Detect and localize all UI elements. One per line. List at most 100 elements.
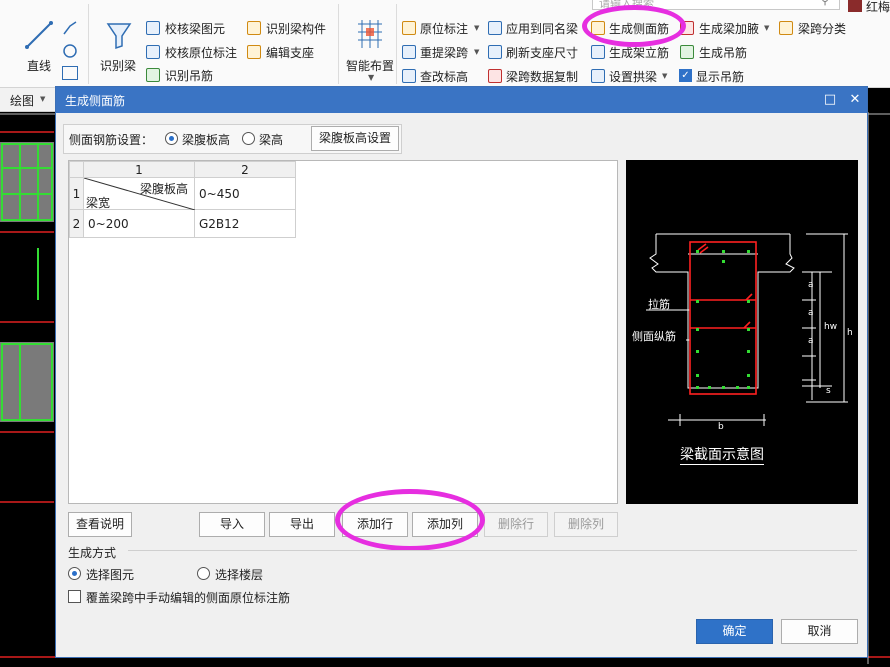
identify-member-icon <box>247 21 261 35</box>
dim-b-label: b <box>718 422 724 432</box>
original-mark-button[interactable]: 原位标注 <box>420 20 468 37</box>
web-height-label[interactable]: 梁腹板高 <box>182 131 230 148</box>
identify-hanger-button[interactable]: 识别吊筋 <box>165 67 213 84</box>
ok-button[interactable]: 确定 <box>696 619 773 644</box>
import-button[interactable]: 导入 <box>199 512 265 537</box>
show-hanger-checkbox[interactable]: ✓ <box>679 69 692 82</box>
check-beam-button[interactable]: 校核梁图元 <box>165 20 225 37</box>
check-original-icon <box>146 45 160 59</box>
web-height-settings-button[interactable]: 梁腹板高设置 <box>311 126 399 151</box>
recognize-beam-icon[interactable] <box>106 22 132 50</box>
ribbon-toolbar: 请输入搜索 ⚲ 红梅 直线 识别梁 校核梁图元 识别梁构件 校核原位标注 编辑支… <box>0 0 890 88</box>
hanger-rebar-icon <box>680 45 694 59</box>
re-extract-span-icon <box>402 45 416 59</box>
set-arch-beam-button[interactable]: 设置拱梁 <box>609 68 657 85</box>
header-cell-top: 梁腹板高 <box>139 182 188 196</box>
cancel-button[interactable]: 取消 <box>781 619 858 644</box>
apply-same-name-button[interactable]: 应用到同名梁 <box>506 20 578 37</box>
override-checkbox[interactable] <box>68 590 81 603</box>
avatar[interactable] <box>848 0 862 12</box>
header-cell-bottom: 梁宽 <box>86 196 111 210</box>
beam-height-label[interactable]: 梁高 <box>259 131 283 148</box>
view-help-button[interactable]: 查看说明 <box>68 512 132 537</box>
refresh-support-icon <box>488 45 502 59</box>
user-name[interactable]: 红梅 <box>866 0 890 15</box>
line-tool-label[interactable]: 直线 <box>27 57 51 74</box>
dim-a-label: a <box>808 308 814 318</box>
elevation-icon <box>402 69 416 83</box>
check-beam-icon <box>146 21 160 35</box>
edit-support-icon <box>247 45 261 59</box>
chevron-down-icon[interactable]: ▼ <box>474 48 479 56</box>
search-icon[interactable]: ⚲ <box>821 0 829 7</box>
side-rebar-label: 侧面纵筋 <box>632 330 676 343</box>
draw-group-bar: 绘图 ▼ <box>0 88 56 112</box>
check-original-button[interactable]: 校核原位标注 <box>165 44 237 61</box>
line-tool-icon[interactable] <box>24 20 54 50</box>
export-button[interactable]: 导出 <box>269 512 335 537</box>
identify-hanger-icon <box>146 68 160 82</box>
circle-tool-icon[interactable] <box>62 43 78 59</box>
override-label[interactable]: 覆盖梁跨中手动编辑的侧面原位标注筋 <box>86 589 290 606</box>
smart-layout-button[interactable]: 智能布置 <box>346 57 394 74</box>
select-floor-label[interactable]: 选择楼层 <box>215 566 263 583</box>
diagonal-header-cell[interactable]: 梁腹板高 梁宽 <box>83 177 195 210</box>
polyline-icon[interactable] <box>62 20 78 36</box>
corner-cell <box>69 161 84 178</box>
generate-hanger-button[interactable]: 生成吊筋 <box>699 44 747 61</box>
refresh-support-button[interactable]: 刷新支座尺寸 <box>506 44 578 61</box>
delete-row-button[interactable]: 删除行 <box>484 512 548 537</box>
web-height-radio[interactable] <box>165 132 178 145</box>
select-element-radio[interactable] <box>68 567 81 580</box>
delete-column-button[interactable]: 删除列 <box>554 512 618 537</box>
dim-h-label: h <box>847 328 853 338</box>
draw-group-label[interactable]: 绘图 <box>10 92 34 109</box>
show-hanger-label[interactable]: 显示吊筋 <box>696 68 744 85</box>
span-classify-icon <box>779 21 793 35</box>
dim-s-label: s <box>826 386 831 396</box>
apply-same-name-icon <box>488 21 502 35</box>
chevron-down-icon[interactable]: ▼ <box>662 72 667 80</box>
dialog-titlebar[interactable]: 生成侧面筋 □ ✕ <box>56 87 867 113</box>
table-cell[interactable]: 0~200 <box>83 209 195 238</box>
select-element-label[interactable]: 选择图元 <box>86 566 134 583</box>
rebar-grid[interactable]: 1 2 1 梁腹板高 梁宽 0~450 2 0~200 G2B12 <box>69 161 296 238</box>
chevron-down-icon[interactable]: ▼ <box>368 73 374 82</box>
rect-tool-icon[interactable] <box>62 66 78 80</box>
diagram-caption: 梁截面示意图 <box>680 444 764 465</box>
chevron-down-icon[interactable]: ▼ <box>40 95 45 103</box>
smart-layout-icon[interactable] <box>354 18 386 52</box>
row-header[interactable]: 1 <box>69 177 84 210</box>
dim-a-label: a <box>808 280 814 290</box>
table-cell[interactable]: 0~450 <box>194 177 296 210</box>
original-mark-icon <box>402 21 416 35</box>
highlight-circle-ribbon <box>582 5 686 47</box>
maximize-icon[interactable]: □ <box>821 91 839 109</box>
setting-label: 侧面钢筋设置： <box>69 133 154 147</box>
re-extract-span-button[interactable]: 重提梁跨 <box>420 44 468 61</box>
generate-haunch-button[interactable]: 生成梁加腋 <box>699 20 759 37</box>
erection-rebar-icon <box>591 45 605 59</box>
column-header[interactable]: 1 <box>83 161 195 178</box>
dim-hw-label: hw <box>824 322 838 332</box>
chevron-down-icon[interactable]: ▼ <box>474 24 479 32</box>
beam-section-diagram: 拉筋 侧面纵筋 a a a hw h s b 梁截面示意图 <box>626 160 858 504</box>
arch-beam-icon <box>591 69 605 83</box>
close-icon[interactable]: ✕ <box>846 91 864 109</box>
select-floor-radio[interactable] <box>197 567 210 580</box>
copy-span-data-button[interactable]: 梁跨数据复制 <box>506 68 578 85</box>
highlight-circle-add-buttons <box>335 489 485 551</box>
rebar-table[interactable]: 1 2 1 梁腹板高 梁宽 0~450 2 0~200 G2B12 <box>68 160 618 504</box>
table-cell[interactable]: G2B12 <box>194 209 296 238</box>
edit-support-button[interactable]: 编辑支座 <box>266 44 314 61</box>
row-header[interactable]: 2 <box>69 209 84 238</box>
recognize-beam-button[interactable]: 识别梁 <box>100 57 136 74</box>
chevron-down-icon[interactable]: ▼ <box>764 24 769 32</box>
dim-a-label: a <box>808 336 814 346</box>
column-header[interactable]: 2 <box>194 161 296 178</box>
generate-mode-label: 生成方式 <box>68 546 117 560</box>
span-classify-button[interactable]: 梁跨分类 <box>798 20 846 37</box>
beam-height-radio[interactable] <box>242 132 255 145</box>
check-elevation-button[interactable]: 查改标高 <box>420 68 468 85</box>
identify-member-button[interactable]: 识别梁构件 <box>266 20 326 37</box>
